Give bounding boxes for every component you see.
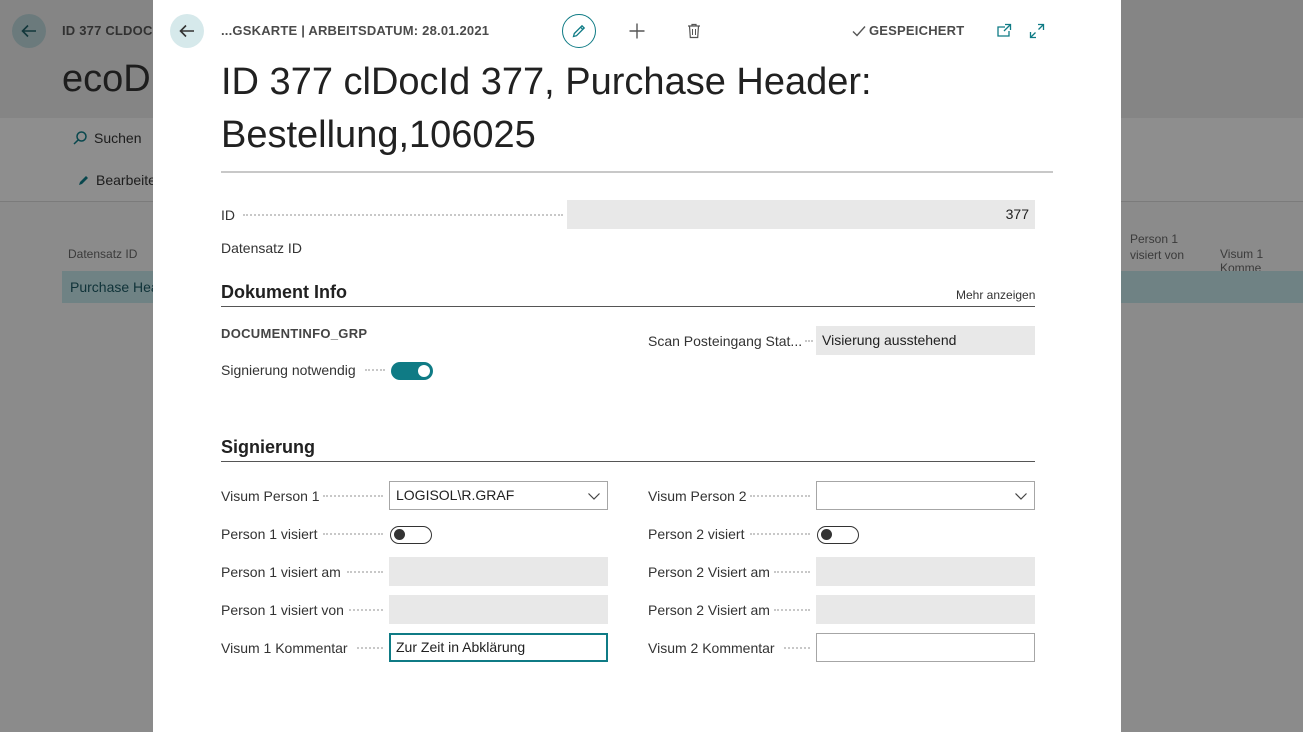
person2-visiert-toggle[interactable] bbox=[817, 526, 859, 544]
person1-visiert-am-leader-dots bbox=[347, 571, 383, 573]
delete-button[interactable] bbox=[677, 14, 711, 48]
toggle-knob bbox=[394, 529, 405, 540]
title-divider bbox=[221, 171, 1053, 173]
visum2-kommentar-label: Visum 2 Kommentar bbox=[648, 640, 775, 656]
edit-button[interactable] bbox=[562, 14, 596, 48]
checkmark-icon bbox=[852, 25, 866, 37]
pencil-icon bbox=[572, 24, 586, 38]
visum-person2-leader-dots bbox=[750, 495, 810, 497]
trash-icon bbox=[688, 23, 700, 39]
visum-person1-leader-dots bbox=[323, 495, 383, 497]
back-button[interactable] bbox=[170, 14, 204, 48]
id-label: ID bbox=[221, 207, 235, 223]
breadcrumb: ...GSKARTE | ARBEITSDATUM: 28.01.2021 bbox=[221, 23, 490, 38]
popout-icon bbox=[997, 23, 1012, 37]
person2-visiert-am-leader-dots bbox=[774, 571, 810, 573]
signierung-notwendig-label: Signierung notwendig bbox=[221, 362, 356, 378]
saved-status: GESPEICHERT bbox=[852, 23, 964, 38]
signierung-leader-dots bbox=[365, 369, 385, 371]
page-title: ID 377 clDocId 377, Purchase Header: Bes… bbox=[221, 61, 872, 156]
dokument-info-heading: Dokument Info bbox=[221, 282, 347, 302]
visum2-kommentar-leader-dots bbox=[784, 647, 810, 649]
person1-visiert-am-label: Person 1 visiert am bbox=[221, 564, 341, 580]
id-leader-dots bbox=[243, 214, 563, 216]
arrow-left-icon bbox=[179, 24, 194, 38]
saved-label: GESPEICHERT bbox=[869, 23, 965, 38]
record-card-dialog: ...GSKARTE | ARBEITSDATUM: 28.01.2021 GE… bbox=[153, 0, 1121, 732]
scan-posteingang-field: Visierung ausstehend bbox=[816, 326, 1035, 355]
scan-leader-dots bbox=[805, 340, 813, 342]
visum1-kommentar-label: Visum 1 Kommentar bbox=[221, 640, 348, 656]
dokument-info-divider bbox=[221, 306, 1035, 307]
toggle-knob bbox=[821, 529, 832, 540]
person2-visiert-am-2-leader-dots bbox=[774, 609, 810, 611]
person2-visiert-am-2-label: Person 2 Visiert am bbox=[648, 602, 770, 618]
signierung-divider bbox=[221, 461, 1035, 462]
chevron-down-icon bbox=[588, 493, 600, 500]
show-more-link[interactable]: Mehr anzeigen bbox=[956, 288, 1035, 302]
person2-visiert-leader-dots bbox=[750, 533, 810, 535]
expand-icon bbox=[1029, 23, 1045, 39]
visum-person1-label: Visum Person 1 bbox=[221, 488, 320, 504]
visum1-kommentar-input[interactable]: Zur Zeit in Abklärung bbox=[389, 633, 608, 662]
person2-visiert-am-label: Person 2 Visiert am bbox=[648, 564, 770, 580]
person1-visiert-von-label: Person 1 visiert von bbox=[221, 602, 344, 618]
person2-visiert-label: Person 2 visiert bbox=[648, 526, 745, 542]
expand-button[interactable] bbox=[1020, 14, 1054, 48]
chevron-down-icon bbox=[1015, 493, 1027, 500]
visum-person1-dropdown[interactable]: LOGISOL\R.GRAF bbox=[389, 481, 608, 510]
scan-posteingang-label: Scan Posteingang Stat... bbox=[648, 333, 803, 349]
visum-person2-dropdown[interactable] bbox=[816, 481, 1035, 510]
person1-visiert-von-leader-dots bbox=[349, 609, 383, 611]
person1-visiert-leader-dots bbox=[323, 533, 383, 535]
documentinfo-group-label: DOCUMENTINFO_GRP bbox=[221, 326, 368, 341]
open-in-new-window-button[interactable] bbox=[987, 14, 1021, 48]
visum-person1-value: LOGISOL\R.GRAF bbox=[396, 487, 515, 503]
person2-visiert-am-field bbox=[816, 557, 1035, 586]
signierung-notwendig-toggle[interactable] bbox=[391, 362, 433, 380]
person1-visiert-toggle[interactable] bbox=[390, 526, 432, 544]
new-button[interactable] bbox=[620, 14, 654, 48]
signierung-heading: Signierung bbox=[221, 437, 315, 457]
visum-person2-label: Visum Person 2 bbox=[648, 488, 747, 504]
person1-visiert-von-field bbox=[389, 595, 608, 624]
visum1-kommentar-leader-dots bbox=[357, 647, 383, 649]
toggle-knob bbox=[418, 365, 430, 377]
person2-visiert-am-2-field bbox=[816, 595, 1035, 624]
person1-visiert-label: Person 1 visiert bbox=[221, 526, 318, 542]
datensatz-id-label: Datensatz ID bbox=[221, 240, 302, 256]
person1-visiert-am-field bbox=[389, 557, 608, 586]
plus-icon bbox=[629, 23, 645, 39]
visum2-kommentar-input[interactable] bbox=[816, 633, 1035, 662]
id-field: 377 bbox=[567, 200, 1035, 229]
